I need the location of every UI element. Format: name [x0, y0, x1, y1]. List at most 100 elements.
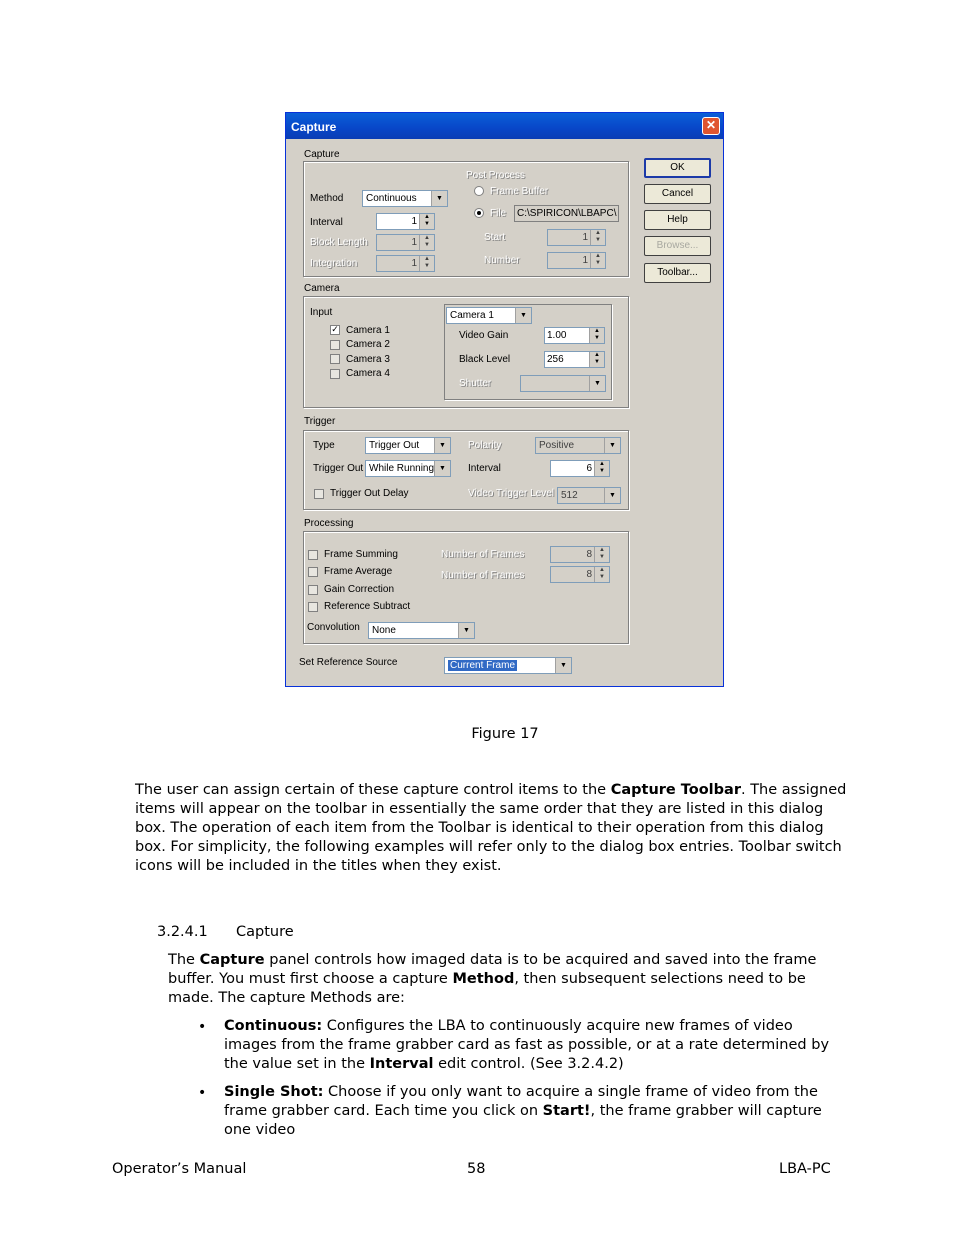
spin-arrows-icon[interactable]: ▲ ▼ [594, 567, 609, 582]
spin-arrows-icon[interactable]: ▲ ▼ [419, 235, 434, 250]
chevron-down-icon[interactable]: ▼ [604, 438, 620, 453]
video-gain-label: Video Gain [459, 330, 509, 341]
frame-summing-checkbox[interactable] [308, 550, 318, 560]
chevron-down-icon[interactable]: ▼ [589, 376, 605, 391]
help-button[interactable]: Help [644, 210, 711, 230]
trigger-interval-value: 6 [586, 463, 592, 474]
start-spinner[interactable]: 1 ▲ ▼ [547, 229, 606, 246]
frame-buffer-radio[interactable] [474, 186, 484, 196]
camera-3-checkbox[interactable] [330, 354, 340, 364]
block-length-spinner[interactable]: 1 ▲ ▼ [376, 234, 435, 251]
chevron-down-icon[interactable]: ▼ [431, 191, 447, 206]
trigger-out-label: Trigger Out [313, 463, 364, 474]
trigger-interval-spinner[interactable]: 6 ▲ ▼ [550, 460, 610, 477]
dialog-title-bar[interactable]: Capture ✕ [286, 113, 723, 139]
ok-button[interactable]: OK [644, 158, 711, 178]
toolbar-button[interactable]: Toolbar... [644, 263, 711, 283]
reference-source-dropdown[interactable]: Current Frame ▼ [444, 657, 572, 674]
video-trigger-level-label: Video Trigger Level [468, 488, 554, 499]
spin-arrows-icon[interactable]: ▲ ▼ [589, 328, 604, 343]
reference-source-label: Set Reference Source [299, 657, 398, 668]
number-of-frames-spinner-2[interactable]: 8 ▲ ▼ [550, 566, 610, 583]
number-of-frames-value-2: 8 [586, 569, 592, 580]
block-length-value: 1 [411, 237, 417, 248]
figure-caption: Figure 17 [471, 726, 539, 742]
browse-button[interactable]: Browse... [644, 236, 711, 256]
capture-dialog: Capture ✕ OK Cancel Help Browse... Toolb… [285, 112, 724, 687]
bold-term: Start! [542, 1103, 591, 1119]
trigger-out-delay-label: Trigger Out Delay [330, 488, 409, 499]
video-trigger-level-dropdown[interactable]: 512 ▼ [557, 487, 621, 504]
dialog-title: Capture [291, 120, 337, 134]
spin-arrows-icon[interactable]: ▲ ▼ [419, 214, 434, 229]
trigger-type-value: Trigger Out [369, 440, 420, 451]
trigger-type-dropdown[interactable]: Trigger Out ▼ [365, 437, 451, 454]
frame-summing-label: Frame Summing [324, 549, 398, 560]
interval-value: 1 [411, 216, 417, 227]
file-label: File [490, 208, 507, 219]
trigger-type-label: Type [313, 440, 335, 451]
bullet-continuous: Continuous: Configures the LBA to contin… [224, 1017, 848, 1074]
chevron-down-icon[interactable]: ▼ [515, 308, 531, 323]
file-radio[interactable] [474, 208, 484, 218]
polarity-label: Polarity [468, 440, 502, 451]
bold-term: Capture Toolbar [610, 782, 741, 798]
number-of-frames-spinner-1[interactable]: 8 ▲ ▼ [550, 546, 610, 563]
chevron-down-icon[interactable]: ▼ [434, 461, 450, 476]
file-path-field[interactable]: C:\SPIRICON\LBAPC\ [514, 205, 619, 222]
method-dropdown[interactable]: Continuous ▼ [362, 190, 448, 207]
shutter-dropdown[interactable]: ▼ [520, 375, 606, 392]
reference-source-value: Current Frame [448, 660, 518, 671]
spin-arrows-icon[interactable]: ▲ ▼ [589, 352, 604, 367]
bold-term: Continuous: [224, 1018, 323, 1034]
spin-arrows-icon[interactable]: ▲ ▼ [594, 547, 609, 562]
polarity-value: Positive [539, 440, 575, 451]
camera-select-dropdown[interactable]: Camera 1 ▼ [446, 307, 532, 324]
close-icon[interactable]: ✕ [702, 117, 720, 135]
gain-correction-label: Gain Correction [324, 584, 395, 595]
chevron-down-icon[interactable]: ▼ [458, 623, 474, 638]
camera-1-label: Camera 1 [346, 325, 390, 336]
video-gain-value: 1.00 [547, 330, 567, 341]
bullet-single-shot: Single Shot: Choose if you only want to … [224, 1083, 848, 1140]
number-spinner[interactable]: 1 ▲ ▼ [547, 252, 606, 269]
post-process-label: Post Process [466, 170, 525, 181]
interval-spinner[interactable]: 1 ▲ ▼ [376, 213, 435, 230]
text-run: edit control. (See 3.2.4.2) [433, 1056, 624, 1072]
camera-2-label: Camera 2 [346, 339, 390, 350]
spin-arrows-icon[interactable]: ▲ ▼ [590, 253, 605, 268]
gain-correction-checkbox[interactable] [308, 585, 318, 595]
frame-average-checkbox[interactable] [308, 567, 318, 577]
chevron-down-icon[interactable]: ▼ [604, 488, 620, 503]
number-of-frames-value-1: 8 [586, 549, 592, 560]
trigger-group-label: Trigger [304, 416, 336, 427]
integration-label: Integration [310, 258, 358, 269]
bullet-marker: • [198, 1085, 207, 1101]
polarity-dropdown[interactable]: Positive ▼ [535, 437, 621, 454]
camera-1-checkbox[interactable]: ✓ [330, 325, 340, 335]
camera-2-checkbox[interactable] [330, 340, 340, 350]
camera-group-label: Camera [304, 283, 340, 294]
method-label: Method [310, 193, 344, 204]
spin-arrows-icon[interactable]: ▲ ▼ [419, 256, 434, 271]
bold-term: Method [452, 971, 515, 987]
reference-subtract-checkbox[interactable] [308, 602, 318, 612]
bold-term: Capture [199, 952, 265, 968]
video-gain-spinner[interactable]: 1.00 ▲ ▼ [544, 327, 605, 344]
cancel-button[interactable]: Cancel [644, 184, 711, 204]
integration-value: 1 [411, 258, 417, 269]
start-value: 1 [582, 232, 588, 243]
video-trigger-level-value: 512 [561, 490, 578, 501]
convolution-label: Convolution [307, 622, 360, 633]
chevron-down-icon[interactable]: ▼ [555, 658, 571, 673]
convolution-dropdown[interactable]: None ▼ [368, 622, 475, 639]
spin-arrows-icon[interactable]: ▲ ▼ [594, 461, 609, 476]
frame-average-label: Frame Average [324, 566, 393, 577]
spin-arrows-icon[interactable]: ▲ ▼ [590, 230, 605, 245]
trigger-out-delay-checkbox[interactable] [314, 489, 324, 499]
camera-4-checkbox[interactable] [330, 369, 340, 379]
chevron-down-icon[interactable]: ▼ [434, 438, 450, 453]
black-level-spinner[interactable]: 256 ▲ ▼ [544, 351, 605, 368]
trigger-out-dropdown[interactable]: While Running ▼ [365, 460, 451, 477]
integration-spinner[interactable]: 1 ▲ ▼ [376, 255, 435, 272]
